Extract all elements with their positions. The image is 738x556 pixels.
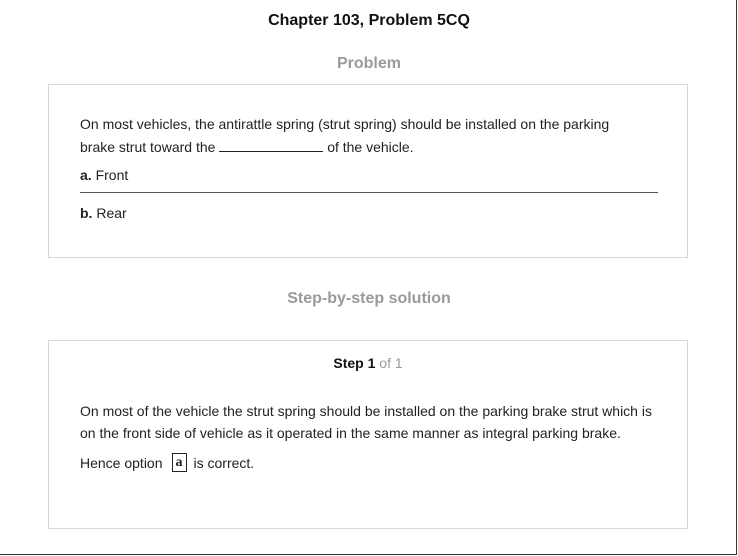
- solution-heading: Step-by-step solution: [287, 290, 451, 307]
- answer-blank: [219, 140, 324, 152]
- step-number: 1: [367, 355, 376, 371]
- problem-heading: Problem: [336, 55, 401, 72]
- step-indicator: Step 1 of 1: [49, 355, 687, 371]
- answer-suffix: is correct.: [193, 454, 255, 471]
- answer-prefix: Hence option: [80, 454, 163, 471]
- solution-explanation: On most of the vehicle the strut spring …: [80, 403, 652, 441]
- option-b-text: Rear: [96, 205, 127, 221]
- problem-card: On most vehicles, the antirattle spring …: [48, 84, 688, 258]
- solution-card: Step 1 of 1 On most of the vehicle the s…: [48, 340, 688, 529]
- option-divider: [80, 192, 658, 193]
- step-total: of 1: [379, 355, 403, 371]
- option-a-text: Front: [95, 167, 129, 183]
- option-b-letter: b.: [80, 205, 93, 221]
- question-text-part2: of the vehicle.: [327, 139, 414, 155]
- option-b[interactable]: b. Rear: [80, 205, 127, 221]
- question-text: On most vehicles, the antirattle spring …: [80, 113, 640, 159]
- chapter-title: Chapter 103, Problem 5CQ: [268, 12, 470, 29]
- answer-line: Hence option a is correct.: [80, 453, 254, 472]
- step-label: Step: [333, 355, 364, 371]
- option-a-letter: a.: [80, 167, 92, 183]
- answer-letter-box: a: [171, 453, 187, 472]
- option-a[interactable]: a. Front: [80, 167, 128, 183]
